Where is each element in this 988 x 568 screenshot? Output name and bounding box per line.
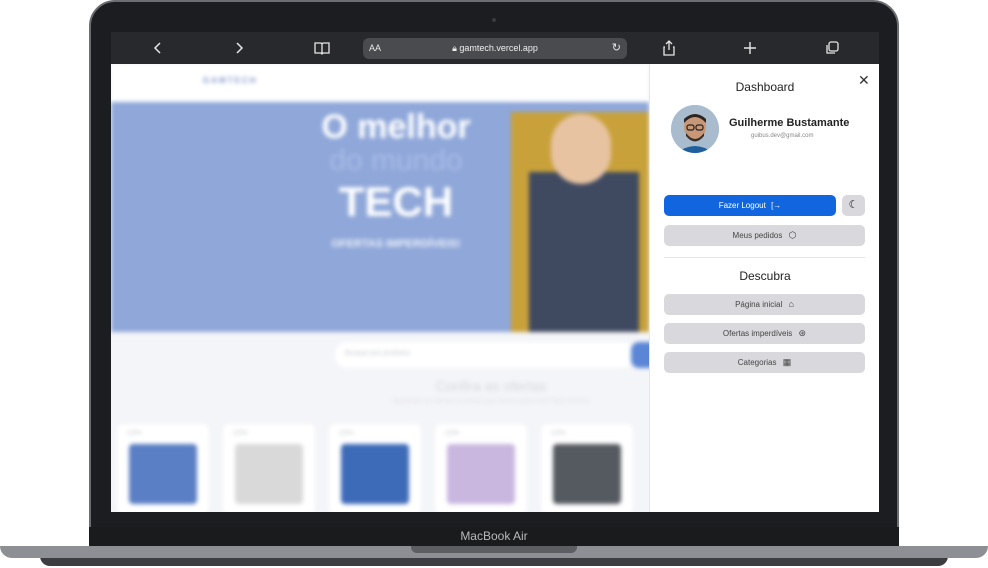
screen: AA 🔒︎ gamtech.vercel.app ↻ GAMTECH O mel… [111, 32, 879, 512]
product-image [553, 444, 621, 504]
discover-title: Descubra [739, 269, 791, 283]
nav-offers-label: Ofertas imperdíveis [722, 329, 793, 338]
divider [664, 257, 865, 258]
logout-label: Fazer Logout [718, 201, 766, 210]
product-card[interactable]: -15% [329, 424, 421, 512]
hero-title-line3: TECH [338, 178, 454, 225]
nav-home-label: Página inicial [735, 300, 783, 309]
hero-title-line2: do mundo [329, 144, 463, 177]
nav-offers-button[interactable]: Ofertas imperdíveis ⊛ [664, 323, 865, 344]
search-placeholder: Busque por produtos [345, 350, 410, 357]
url-text: 🔒︎ gamtech.vercel.app [452, 43, 538, 53]
percent-badge-icon: ⊛ [798, 328, 807, 338]
laptop-hinge-notch [411, 546, 577, 553]
orders-label: Meus pedidos [732, 231, 783, 240]
orders-button[interactable]: Meus pedidos ⬡ [664, 225, 865, 246]
plus-icon[interactable] [740, 38, 760, 58]
product-image [235, 444, 303, 504]
product-search-input[interactable]: Busque por produtos [335, 342, 635, 368]
hero-image-shirt [529, 172, 639, 332]
share-icon[interactable] [659, 38, 679, 58]
hero-tagline: OFERTAS IMPERDÍVEIS! [331, 238, 461, 250]
avatar [671, 105, 719, 153]
search-button[interactable] [631, 342, 649, 368]
device-label: MacBook Air [460, 529, 528, 543]
nav-home-button[interactable]: Página inicial ⌂ [664, 294, 865, 315]
hero-title-line1: O melhor [321, 108, 471, 146]
product-image [341, 444, 409, 504]
user-name: Guilherme Bustamante [729, 117, 850, 129]
background-page: GAMTECH O melhor do mundo TECH OFERTAS I… [111, 64, 649, 512]
site-header: GAMTECH [111, 64, 649, 102]
offers-title: Confira as ofertas [435, 378, 547, 394]
user-email: guibus.dev@gmail.com [751, 133, 814, 139]
nav-categories-label: Categorias [737, 358, 777, 367]
address-bar[interactable]: AA 🔒︎ gamtech.vercel.app ↻ [363, 38, 627, 59]
logout-button[interactable]: Fazer Logout [→ [664, 195, 836, 216]
discount-badge: -10% [443, 430, 460, 437]
chevron-right-icon[interactable] [229, 38, 249, 58]
home-icon: ⌂ [788, 299, 794, 309]
grid-icon: ▦ [782, 357, 792, 367]
product-card[interactable]: -10% [117, 424, 209, 512]
panel-title: Dashboard [735, 80, 795, 94]
product-image [447, 444, 515, 504]
product-card[interactable]: -10% [223, 424, 315, 512]
laptop-frame: AA 🔒︎ gamtech.vercel.app ↻ GAMTECH O mel… [0, 0, 988, 568]
theme-toggle-button[interactable]: ☾ [842, 195, 865, 216]
offers-subtitle: Aproveite as ofertas incríveis que temos… [392, 398, 590, 405]
tabs-icon[interactable] [822, 38, 842, 58]
product-image [129, 444, 197, 504]
site-logo: GAMTECH [203, 76, 258, 85]
close-icon[interactable]: ✕ [858, 72, 870, 89]
camera [492, 18, 496, 22]
discount-badge: -10% [231, 430, 248, 437]
product-card[interactable]: -10% [541, 424, 633, 512]
chevron-left-icon[interactable] [148, 38, 168, 58]
dashboard-panel: Dashboard ✕ Guilherme Bustamante guibus.… [649, 64, 879, 512]
moon-icon: ☾ [848, 199, 859, 211]
logout-icon: [→ [771, 201, 782, 210]
package-icon: ⬡ [788, 230, 797, 240]
discount-badge: -15% [337, 430, 354, 437]
nav-categories-button[interactable]: Categorias ▦ [664, 352, 865, 373]
hero-image-face [551, 114, 611, 184]
browser-toolbar: AA 🔒︎ gamtech.vercel.app ↻ [111, 32, 879, 64]
discount-badge: -10% [549, 430, 566, 437]
book-icon[interactable] [312, 38, 332, 58]
reload-icon[interactable]: ↻ [612, 40, 621, 57]
discount-badge: -10% [125, 430, 142, 437]
product-card[interactable]: -10% [435, 424, 527, 512]
